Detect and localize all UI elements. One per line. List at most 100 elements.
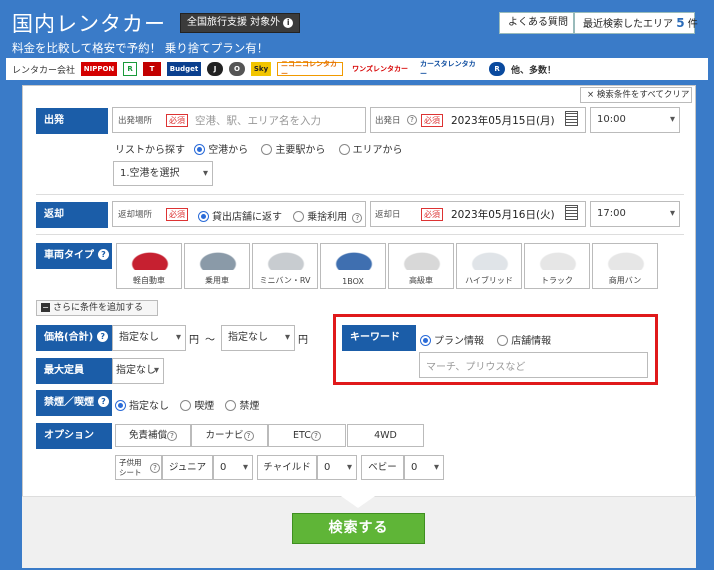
info-icon[interactable]: i bbox=[283, 18, 294, 28]
return-option-row: 貸出店舗に返す 乗捨利用 ? bbox=[198, 208, 363, 223]
price-min-select[interactable]: 指定なし bbox=[112, 325, 186, 351]
help-icon[interactable]: ? bbox=[167, 431, 177, 441]
price-label-text: 価格(合計) bbox=[44, 332, 94, 343]
radio-one-way[interactable]: 乗捨利用 bbox=[293, 211, 347, 223]
option-insurance[interactable]: 免責補償? bbox=[115, 424, 191, 447]
divider bbox=[36, 234, 684, 235]
baby-seat-label: ベビー bbox=[361, 455, 404, 480]
recent-areas-button[interactable]: 最近検索したエリア 5 件 bbox=[574, 12, 698, 34]
help-icon[interactable]: ? bbox=[243, 431, 254, 441]
calendar-icon[interactable] bbox=[565, 205, 578, 220]
recent-areas-count: 5 bbox=[676, 16, 685, 30]
rental-companies-label: レンタカー会社 bbox=[12, 65, 76, 76]
sedan-icon bbox=[196, 250, 240, 270]
company-logo-other: R bbox=[489, 62, 506, 76]
company-logo-times: T bbox=[143, 62, 162, 76]
radio-station[interactable]: 主要駅から bbox=[261, 144, 325, 156]
radio-area-label: エリアから bbox=[352, 145, 403, 156]
junior-seat-select[interactable]: 0 bbox=[213, 455, 253, 480]
add-conditions-button[interactable]: − さらに条件を追加する bbox=[36, 300, 158, 316]
capacity-label: 最大定員 bbox=[36, 358, 112, 384]
add-conditions-label: さらに条件を追加する bbox=[53, 303, 144, 313]
option-navigation[interactable]: カーナビ? bbox=[191, 424, 268, 447]
van-icon bbox=[604, 250, 648, 270]
option-navigation-label: カーナビ bbox=[205, 430, 244, 441]
radio-same-store[interactable]: 貸出店舗に返す bbox=[198, 211, 282, 223]
highlight-box bbox=[333, 314, 658, 385]
return-place-label: 返却場所 bbox=[118, 210, 153, 220]
footer-notch bbox=[338, 494, 378, 508]
departure-date-value[interactable]: 2023年05月15日(月) bbox=[451, 113, 555, 128]
return-label: 返却 bbox=[36, 202, 108, 228]
help-icon[interactable]: ? bbox=[150, 463, 160, 473]
required-badge: 必須 bbox=[166, 114, 188, 127]
radio-smoking-any[interactable]: 指定なし bbox=[115, 400, 169, 412]
company-logo-jnet: J bbox=[207, 62, 224, 76]
help-icon[interactable]: ? bbox=[310, 431, 321, 441]
capacity-select[interactable]: 指定なし bbox=[112, 358, 164, 384]
radio-icon bbox=[261, 144, 273, 155]
price-range-separator: 〜 bbox=[205, 335, 215, 346]
car-type-1box[interactable]: 1BOX bbox=[320, 243, 386, 289]
car-type-hybrid[interactable]: ハイブリッド bbox=[456, 243, 522, 289]
airport-select[interactable]: 1.空港を選択 bbox=[113, 161, 213, 186]
more-companies-text: 他、多数！ bbox=[511, 65, 557, 76]
price-label: 価格(合計)? bbox=[36, 325, 112, 351]
car-type-truck[interactable]: トラック bbox=[524, 243, 590, 289]
car-type-van[interactable]: 商用バン bbox=[592, 243, 658, 289]
radio-smoking[interactable]: 喫煙 bbox=[180, 400, 215, 412]
divider bbox=[36, 194, 684, 195]
radio-smoking-label: 喫煙 bbox=[194, 401, 215, 412]
price-unit: 円 bbox=[298, 335, 308, 346]
recent-areas-label: 最近検索したエリア bbox=[583, 19, 673, 30]
car-type-label: 高級車 bbox=[409, 276, 433, 285]
baby-seat-select[interactable]: 0 bbox=[404, 455, 444, 480]
calendar-icon[interactable] bbox=[565, 111, 578, 126]
clear-all-button[interactable]: × 検索条件をすべてクリア bbox=[580, 87, 692, 103]
departure-place-input[interactable]: 空港、駅、エリア名を入力 bbox=[195, 113, 321, 128]
option-etc-label: ETC bbox=[293, 430, 311, 441]
travel-support-badge[interactable]: 全国旅行支援 対象外 i bbox=[180, 13, 301, 33]
child-seat-select[interactable]: 0 bbox=[317, 455, 357, 480]
departure-time-select[interactable]: 10:00 bbox=[590, 107, 680, 133]
company-logo-ones: ワンズレンタカー bbox=[349, 62, 412, 76]
departure-place-label: 出発場所 bbox=[118, 116, 153, 126]
price-unit: 円 bbox=[189, 335, 199, 346]
help-icon[interactable]: ? bbox=[98, 396, 109, 407]
departure-date-help-icon[interactable]: ? bbox=[407, 115, 417, 125]
option-etc[interactable]: ETC? bbox=[268, 424, 346, 447]
radio-icon bbox=[115, 400, 126, 411]
child-seat-label-line2: シート bbox=[119, 468, 142, 477]
return-date-value[interactable]: 2023年05月16日(火) bbox=[451, 207, 555, 222]
faq-button[interactable]: よくある質問 bbox=[499, 12, 574, 34]
child-seat-type-label: チャイルド bbox=[257, 455, 317, 480]
badge-label: 全国旅行支援 対象外 bbox=[187, 17, 281, 28]
required-badge: 必須 bbox=[421, 114, 443, 127]
company-logo-carsta: カースタレンタカー bbox=[417, 60, 484, 78]
option-4wd[interactable]: 4WD bbox=[347, 424, 424, 447]
radio-airport[interactable]: 空港から bbox=[194, 144, 248, 156]
child-seat-label-line1: 子供用 bbox=[119, 458, 142, 467]
one-way-help-icon[interactable]: ? bbox=[352, 213, 363, 223]
help-icon[interactable]: ? bbox=[97, 331, 109, 342]
clear-all-label: 検索条件をすべてクリア bbox=[596, 90, 690, 100]
car-type-sedan[interactable]: 乗用車 bbox=[184, 243, 250, 289]
return-time-select[interactable]: 17:00 bbox=[590, 201, 680, 227]
radio-area[interactable]: エリアから bbox=[338, 144, 403, 156]
car-type-kei[interactable]: 軽自動車 bbox=[116, 243, 182, 289]
price-max-select[interactable]: 指定なし bbox=[221, 325, 295, 351]
radio-non-smoking[interactable]: 禁煙 bbox=[225, 400, 259, 412]
page-subtitle: 料金を比較して格安で予約！ 乗り捨てプラン有！ bbox=[12, 41, 269, 55]
car-type-minivan[interactable]: ミニバン・RV bbox=[252, 243, 318, 289]
company-logo-toyota: R bbox=[123, 62, 138, 76]
option-insurance-label: 免責補償 bbox=[128, 430, 167, 441]
car-type-luxury[interactable]: 高級車 bbox=[388, 243, 454, 289]
car-type-label-text: 車両タイプ bbox=[44, 250, 94, 261]
required-badge: 必須 bbox=[166, 208, 188, 221]
search-button[interactable]: 検索する bbox=[292, 513, 425, 544]
help-icon[interactable]: ? bbox=[98, 249, 109, 260]
car-type-label: 軽自動車 bbox=[133, 276, 165, 285]
page-title: 国内レンタカー bbox=[12, 12, 166, 36]
company-logo-sky: Sky bbox=[251, 62, 272, 76]
car-type-label: 乗用車 bbox=[205, 276, 229, 285]
